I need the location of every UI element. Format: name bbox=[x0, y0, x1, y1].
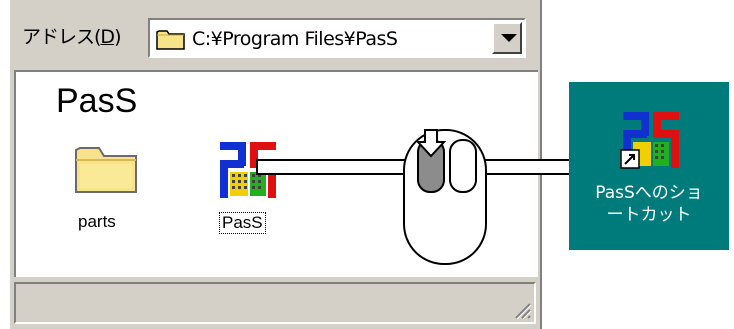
address-field[interactable]: C:¥Program Files¥PasS bbox=[148, 18, 526, 58]
shortcut-label-line1: PasSへのショ bbox=[595, 183, 703, 203]
status-bar bbox=[14, 282, 536, 324]
address-label-suffix: ) bbox=[114, 26, 121, 48]
item-label-pass[interactable]: PasS bbox=[219, 212, 266, 234]
address-label-accelerator: D bbox=[100, 26, 115, 48]
address-path: C:¥Program Files¥PasS bbox=[192, 28, 398, 50]
mouse-left-click-icon bbox=[403, 129, 487, 265]
address-dropdown-button[interactable] bbox=[492, 22, 522, 54]
shortcut-label[interactable]: PasSへのショ ートカット bbox=[569, 182, 729, 226]
desktop-area: PasSへのショ ートカット bbox=[569, 82, 729, 250]
dropdown-arrow-icon bbox=[501, 34, 517, 42]
item-label-parts[interactable]: parts bbox=[78, 212, 116, 232]
folder-icon bbox=[156, 30, 185, 50]
folder-icon[interactable] bbox=[74, 140, 140, 196]
shortcut-label-line2: ートカット bbox=[606, 205, 692, 225]
folder-title: PasS bbox=[56, 82, 138, 120]
resize-grip-icon[interactable] bbox=[510, 298, 532, 320]
address-label-text: アドレス( bbox=[22, 26, 101, 48]
address-label: アドレス(D) bbox=[22, 22, 122, 49]
pass-shortcut-icon[interactable] bbox=[619, 108, 683, 172]
address-bar: アドレス(D) C:¥Program Files¥PasS bbox=[10, 0, 540, 70]
